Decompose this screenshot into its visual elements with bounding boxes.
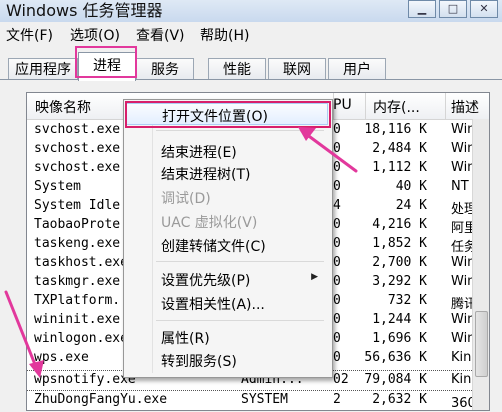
process-name: taskhost.exe [34,255,128,270]
menu-item-label: 调试(D) [161,191,211,207]
menu-item-end-process[interactable]: 结束进程(E) [126,140,328,162]
process-memory: 2,700 K [372,255,427,270]
process-name: taskeng.exe [34,236,121,251]
menu-item-properties[interactable]: 属性(R) [126,326,328,348]
menu-item-set-priority[interactable]: 设置优先级(P) ▶ [126,268,328,290]
menu-item-label: 结束进程树(T) [161,167,251,183]
table-row[interactable]: ZhuDongFangYu.exe SYSTEM 2 2,632 K 360主 [27,391,489,410]
process-memory: 1,244 K [372,312,427,327]
process-name: svchost.exe [34,160,121,175]
process-memory: 4,216 K [372,217,427,232]
process-cpu: 0 [333,236,341,251]
menu-view[interactable]: 查看(V) [136,25,185,45]
column-memory[interactable]: 内存(... [373,97,420,117]
process-cpu: 4 [333,198,341,213]
menu-item-label: 结束进程(E) [161,145,237,161]
process-cpu: 0 [333,160,341,175]
menu-item-debug: 调试(D) [126,186,328,208]
column-cpu[interactable]: PU [333,97,352,113]
menu-item-create-dump-file[interactable]: 创建转储文件(C) [126,234,328,256]
process-memory: 1,852 K [372,236,427,251]
menu-separator [156,320,324,321]
tab-users[interactable]: 用户 [328,58,386,81]
menu-options[interactable]: 选项(O) [70,25,120,45]
menu-item-label: 设置相关性(A)... [161,297,265,313]
maximize-button[interactable]: □ [439,0,467,18]
menu-item-label: 设置优先级(P) [161,273,251,289]
column-description[interactable]: 描述 [451,97,479,117]
menu-highlight-annotation [125,101,331,128]
tab-services[interactable]: 服务 [136,58,194,81]
minimize-button[interactable]: ▁ [408,0,436,18]
process-cpu: 0 [333,179,341,194]
process-memory: 56,636 K [364,350,427,365]
process-memory: 2,484 K [372,141,427,156]
scrollbar-thumb[interactable] [475,311,488,377]
process-cpu: 0 [333,255,341,270]
submenu-arrow-icon: ▶ [311,272,318,282]
process-memory: 1,112 K [372,160,427,175]
menu-item-end-process-tree[interactable]: 结束进程树(T) [126,162,328,184]
column-divider [445,93,446,119]
process-memory: 40 K [395,179,427,194]
process-cpu: 0 [333,312,341,327]
menu-item-go-to-service[interactable]: 转到服务(S) [126,349,328,371]
menu-bar: 文件(F) 选项(O) 查看(V) 帮助(H) [0,22,502,46]
menu-help[interactable]: 帮助(H) [200,25,249,45]
vertical-scrollbar[interactable] [472,119,489,410]
window-title: Windows 任务管理器 [6,1,163,20]
process-memory: 1,696 K [372,331,427,346]
process-memory: 2,632 K [372,392,427,407]
process-name: ZhuDongFangYu.exe [34,392,168,407]
menu-separator [156,261,324,262]
context-menu: 打开文件位置(O) 结束进程(E) 结束进程树(T) 调试(D) UAC 虚拟化… [123,99,333,378]
menu-file[interactable]: 文件(F) [6,25,53,45]
tab-networking[interactable]: 联网 [268,58,326,81]
process-name: svchost.exe [34,122,121,137]
process-name: wpsnotify.exe [34,372,136,387]
process-memory: 79,084 K [364,372,427,387]
process-memory: 24 K [395,198,427,213]
process-cpu: 0 [333,350,341,365]
close-button[interactable]: ✕ [470,0,498,18]
process-cpu: 0 [333,293,341,308]
process-name: TaobaoProte [34,217,121,232]
process-name: System Idle [34,198,121,213]
title-bar: Windows 任务管理器 ▁ □ ✕ [0,0,502,22]
menu-item-uac-virtualization: UAC 虚拟化(V) [126,210,328,232]
process-cpu: 0 [333,274,341,289]
process-name: System [34,179,81,194]
column-image-name[interactable]: 映像名称 [35,97,91,117]
process-name: taskmgr.exe [34,274,121,289]
menu-item-label: 属性(R) [161,331,210,347]
column-divider [365,93,366,119]
process-memory: 3,292 K [372,274,427,289]
process-name: winlogon.exe [34,331,128,346]
window-controls: ▁ □ ✕ [405,0,498,18]
menu-item-label: 创建转储文件(C) [161,239,266,255]
menu-item-label: UAC 虚拟化(V) [161,215,258,231]
process-cpu: 0 [333,141,341,156]
process-cpu: 2 [333,392,341,407]
process-user: SYSTEM [241,392,288,407]
tab-performance[interactable]: 性能 [208,58,266,81]
process-name: wps.exe [34,350,89,365]
process-cpu: 0 [333,217,341,232]
menu-item-set-affinity[interactable]: 设置相关性(A)... [126,292,328,314]
process-name: svchost.exe [34,141,121,156]
menu-separator [156,130,324,131]
process-name: wininit.exe [34,312,121,327]
tab-highlight-annotation [75,46,137,78]
tab-applications[interactable]: 应用程序 [8,58,78,81]
process-memory: 732 K [387,293,427,308]
process-cpu: 0 [333,122,341,137]
process-cpu: 02 [333,372,349,387]
process-name: TXPlatform. [34,293,121,308]
menu-item-label: 转到服务(S) [161,354,237,370]
process-cpu: 0 [333,331,341,346]
process-memory: 18,116 K [364,122,427,137]
